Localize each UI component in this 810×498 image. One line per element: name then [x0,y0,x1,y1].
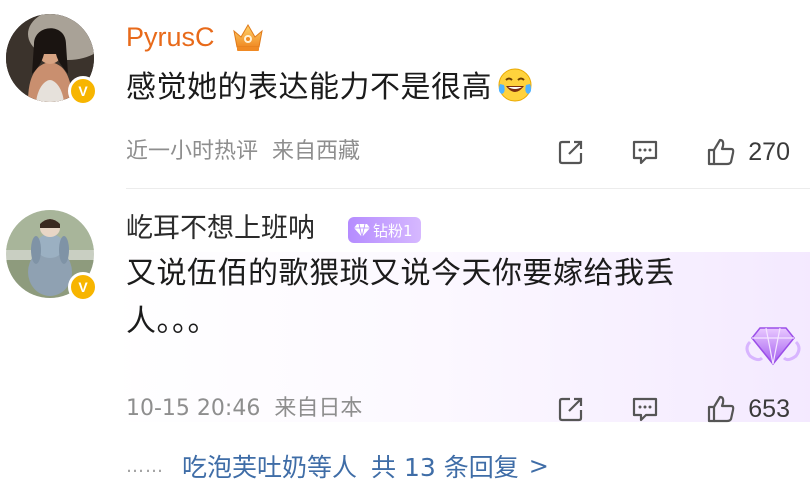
comment-icon [633,397,658,422]
reply-button[interactable] [628,392,662,426]
like-count: 653 [748,394,790,423]
comment-actions: 270 [554,132,790,172]
username[interactable]: 屹耳不想上班呐 [126,212,315,246]
like-button[interactable] [704,392,738,426]
view-replies-link[interactable]: …… 吃泡芙吐奶等人 共 13 条回复 > [126,448,549,484]
laugh-cry-emoji [498,68,532,102]
diamond-icon [745,327,801,366]
avatar[interactable]: V [6,210,98,302]
comment-location: 来自日本 [274,396,363,421]
comment-item-1: V PyrusC 感觉她的表达能力不是很高 近一小时热评 来自西藏 270 [0,0,810,190]
share-icon [559,140,583,165]
comment-text-content: 感觉她的表达能力不是很高 [126,70,492,105]
divider [126,188,810,189]
comment-actions: 653 [554,389,790,429]
crown-icon [233,24,263,51]
fan-badge-label: 钻粉1 [373,221,413,240]
avatar[interactable]: V [6,14,98,106]
replies-dots: …… [126,455,164,477]
reply-button[interactable] [628,135,662,169]
comment-location: 来自西藏 [272,139,361,164]
chevron-right-icon: > [528,452,549,480]
comment-time: 10-15 20:46 [126,396,261,421]
verified-badge: V [68,272,98,302]
comment-item-2: V 屹耳不想上班呐 钻粉1 又说伍佰的歌猥琐又说今天你要嫁给我丢人。。。 10-… [0,190,810,498]
diamond-icon [354,223,370,237]
replies-who: 吃泡芙吐奶等人 [182,453,358,482]
share-button[interactable] [554,135,588,169]
like-button[interactable] [704,135,738,169]
verified-badge: V [68,76,98,106]
fan-badge: 钻粉1 [348,217,421,243]
comment-meta: 近一小时热评 来自西藏 [126,137,360,167]
like-count: 270 [748,137,790,166]
share-button[interactable] [554,392,588,426]
thumbs-up-icon [708,138,735,166]
comment-text: 感觉她的表达能力不是很高 [126,64,566,112]
thumbs-up-icon [708,395,735,423]
comment-meta: 10-15 20:46 来自日本 [126,394,362,424]
replies-count: 共 13 条回复 [371,453,519,482]
comment-time: 近一小时热评 [126,139,259,164]
username[interactable]: PyrusC [126,20,215,54]
comment-text: 又说伍佰的歌猥琐又说今天你要嫁给我丢人。。。 [126,256,675,339]
share-icon [559,397,583,422]
comment-icon [633,140,658,165]
